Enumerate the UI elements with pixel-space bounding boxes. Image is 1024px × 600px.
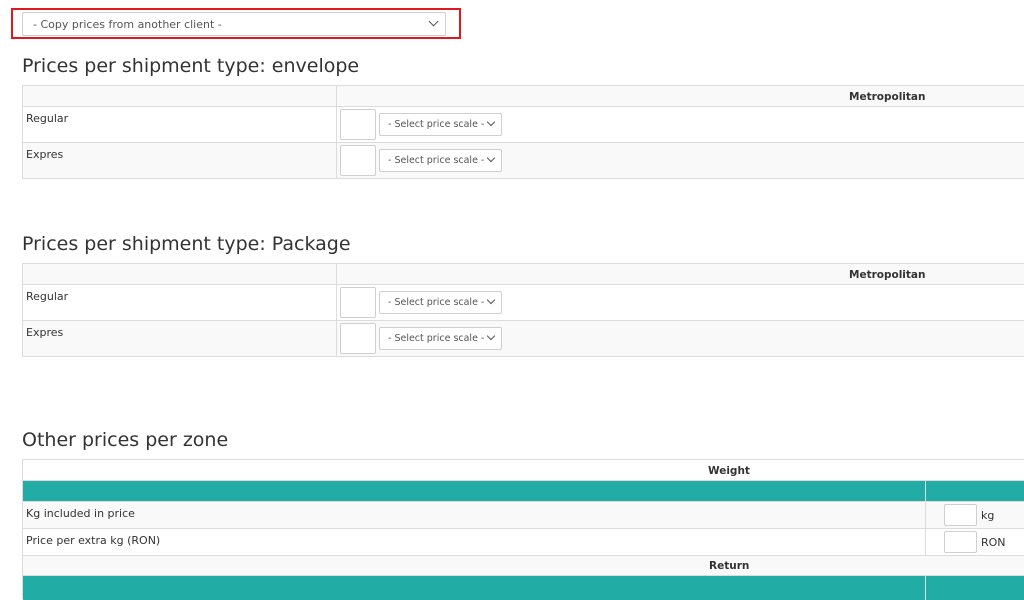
chevron-down-icon: [428, 16, 439, 27]
price-input[interactable]: [340, 145, 376, 176]
weight-header-row: Weight: [23, 460, 1024, 481]
price-scale-select[interactable]: - Select price scale -: [379, 149, 502, 172]
price-input[interactable]: [340, 323, 376, 354]
price-extra-kg-input[interactable]: [944, 531, 977, 553]
price-input[interactable]: [340, 109, 376, 140]
package-price-table: Metropolitan Regular - Select price scal…: [22, 263, 1024, 357]
chevron-down-icon: [486, 117, 496, 127]
table-row: Price per extra kg (RON) RON: [23, 529, 1024, 556]
unit-label: RON: [981, 536, 1006, 549]
column-divider: [925, 481, 926, 501]
price-scale-select-value: - Select price scale -: [388, 297, 485, 308]
row-label: Price per extra kg (RON): [26, 534, 161, 547]
package-section-title: Prices per shipment type: Package: [22, 233, 351, 255]
envelope-price-table: Metropolitan Regular - Select price scal…: [22, 85, 1024, 179]
row-label: Regular: [23, 285, 337, 320]
other-prices-table: Weight Kg included in price kg Price per…: [22, 459, 1024, 600]
weight-header: Weight: [708, 465, 750, 477]
return-header: Return: [709, 560, 750, 572]
unit-label: kg: [981, 509, 995, 522]
row-label: Expres: [23, 321, 337, 356]
teal-band: [23, 576, 1024, 600]
table-header-row: Metropolitan: [23, 86, 1024, 107]
copy-prices-select[interactable]: - Copy prices from another client -: [22, 12, 446, 36]
row-label: Kg included in price: [26, 507, 135, 520]
zone-header-metropolitan: Metropolitan: [849, 269, 926, 281]
price-scale-select[interactable]: - Select price scale -: [379, 291, 502, 314]
envelope-section-title: Prices per shipment type: envelope: [22, 55, 360, 77]
table-row: Regular - Select price scale -: [23, 285, 1024, 321]
chevron-down-icon: [486, 295, 496, 305]
price-scale-select-value: - Select price scale -: [388, 333, 485, 344]
table-row: Expres - Select price scale -: [23, 321, 1024, 356]
chevron-down-icon: [486, 153, 496, 163]
table-row: Expres - Select price scale -: [23, 143, 1024, 178]
return-header-row: Return: [23, 556, 1024, 576]
price-input[interactable]: [340, 287, 376, 318]
table-row: Kg included in price kg: [23, 502, 1024, 529]
column-divider: [925, 576, 926, 600]
header-empty-cell: [23, 86, 337, 106]
header-empty-cell: [23, 264, 337, 284]
column-divider: [925, 529, 926, 555]
price-scale-select-value: - Select price scale -: [388, 155, 485, 166]
row-label: Expres: [23, 143, 337, 178]
price-scale-select[interactable]: - Select price scale -: [379, 327, 502, 350]
kg-included-input[interactable]: [944, 504, 977, 526]
teal-band: [23, 481, 1024, 502]
price-scale-select[interactable]: - Select price scale -: [379, 113, 502, 136]
row-label: Regular: [23, 107, 337, 142]
table-row: Regular - Select price scale -: [23, 107, 1024, 143]
table-header-row: Metropolitan: [23, 264, 1024, 285]
price-scale-select-value: - Select price scale -: [388, 119, 485, 130]
column-divider: [925, 502, 926, 528]
copy-prices-select-value: - Copy prices from another client -: [33, 18, 222, 31]
other-section-title: Other prices per zone: [22, 429, 229, 451]
zone-header-metropolitan: Metropolitan: [849, 91, 926, 103]
chevron-down-icon: [486, 331, 496, 341]
